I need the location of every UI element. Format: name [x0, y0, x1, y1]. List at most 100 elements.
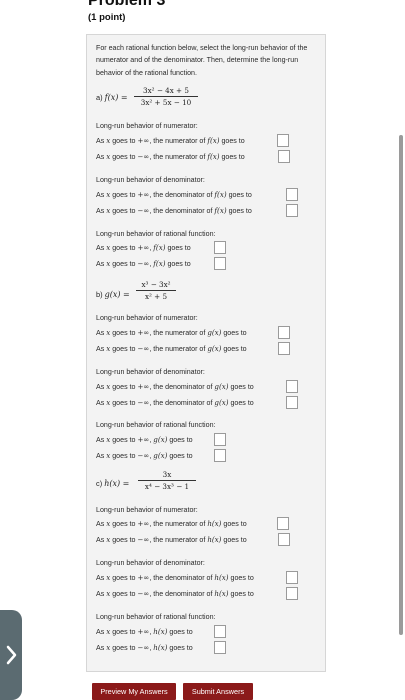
answer-box[interactable]: [214, 625, 226, 638]
question-text: As: [96, 590, 107, 598]
question-text: f(x): [214, 206, 227, 215]
question-text: +∞: [137, 627, 150, 636]
question-text: h(x): [214, 589, 229, 598]
question-text: goes to: [219, 153, 245, 161]
question-text: , the numerator of: [149, 345, 208, 353]
function-denominator: 3x² + 5x − 10: [140, 98, 192, 107]
part-letter: a): [96, 93, 103, 102]
answer-box[interactable]: [214, 257, 226, 270]
question-text: goes to: [110, 452, 138, 460]
answer-box[interactable]: [214, 449, 226, 462]
question-text: As: [96, 383, 107, 391]
function-name: f(x) =: [104, 93, 128, 102]
scrollbar[interactable]: [399, 135, 403, 635]
section-heading: Long-run behavior of rational function:: [96, 230, 216, 238]
question-text: As: [96, 153, 107, 161]
question-line: As x goes to −∞, the numerator of f(x) g…: [96, 152, 245, 162]
question-text: g(x): [207, 344, 222, 353]
answer-box[interactable]: [286, 587, 298, 600]
question-text: goes to: [219, 137, 245, 145]
question-line: As x goes to −∞, the denominator of f(x)…: [96, 206, 252, 216]
question-text: goes to: [110, 536, 138, 544]
question-text: As: [96, 191, 107, 199]
question-text: As: [96, 329, 107, 337]
section-heading: Long-run behavior of rational function:: [96, 421, 216, 429]
part-letter: b): [96, 290, 103, 299]
part-letter: c): [96, 479, 103, 488]
question-text: goes to: [110, 260, 138, 268]
answer-box[interactable]: [278, 533, 290, 546]
question-line: As x goes to −∞, g(x) goes to: [96, 451, 193, 461]
rational-function: x³ − 3x² x² + 5: [136, 280, 176, 301]
question-text: g(x): [214, 382, 229, 391]
question-line: As x goes to +∞, g(x) goes to: [96, 435, 193, 445]
question-text: , the denominator of: [149, 399, 215, 407]
question-text: goes to: [110, 574, 138, 582]
answer-box[interactable]: [278, 342, 290, 355]
question-text: goes to: [221, 329, 247, 337]
question-text: goes to: [110, 329, 138, 337]
question-text: f(x): [214, 190, 227, 199]
question-text: goes to: [221, 520, 247, 528]
answer-box[interactable]: [286, 571, 298, 584]
question-text: goes to: [167, 452, 193, 460]
question-text: +∞: [137, 519, 150, 528]
question-text: goes to: [110, 244, 138, 252]
answer-box[interactable]: [214, 433, 226, 446]
question-text: As: [96, 452, 107, 460]
question-text: f(x): [153, 259, 166, 268]
question-text: goes to: [228, 399, 254, 407]
question-text: f(x): [153, 243, 166, 252]
answer-box[interactable]: [286, 380, 298, 393]
section-heading: Long-run behavior of denominator:: [96, 559, 205, 567]
question-line: As x goes to −∞, the numerator of h(x) g…: [96, 535, 247, 545]
question-text: goes to: [226, 191, 252, 199]
question-text: +∞: [137, 435, 150, 444]
section-heading: Long-run behavior of numerator:: [96, 506, 198, 514]
question-text: h(x): [153, 643, 168, 652]
question-text: +∞: [137, 136, 150, 145]
question-text: g(x): [214, 398, 229, 407]
question-text: f(x): [207, 136, 220, 145]
question-text: goes to: [228, 574, 254, 582]
question-text: , the numerator of: [149, 137, 208, 145]
section-heading: Long-run behavior of numerator:: [96, 314, 198, 322]
part-label: c) h(x) =: [96, 479, 129, 488]
part-label: b) g(x) =: [96, 290, 130, 299]
answer-box[interactable]: [214, 241, 226, 254]
question-line: As x goes to +∞, the denominator of g(x)…: [96, 382, 254, 392]
answer-box[interactable]: [278, 150, 290, 163]
question-text: goes to: [110, 520, 138, 528]
question-text: As: [96, 137, 107, 145]
question-text: goes to: [110, 644, 138, 652]
question-text: +∞: [137, 328, 150, 337]
function-numerator: 3x² − 4x + 5: [143, 86, 189, 95]
answer-box[interactable]: [214, 641, 226, 654]
answer-box[interactable]: [278, 326, 290, 339]
answer-box[interactable]: [277, 517, 289, 530]
side-nav-tab[interactable]: [0, 610, 22, 700]
question-text: As: [96, 628, 107, 636]
question-text: goes to: [226, 207, 252, 215]
question-text: +∞: [137, 382, 150, 391]
question-text: g(x): [153, 451, 168, 460]
question-text: +∞: [137, 243, 150, 252]
answer-box[interactable]: [286, 396, 298, 409]
answer-box[interactable]: [277, 134, 289, 147]
question-text: , the numerator of: [149, 329, 208, 337]
answer-box[interactable]: [286, 204, 298, 217]
preview-answers-button[interactable]: Preview My Answers: [92, 683, 176, 700]
question-text: −∞: [137, 535, 150, 544]
question-line: As x goes to −∞, h(x) goes to: [96, 643, 193, 653]
question-text: As: [96, 644, 107, 652]
question-text: h(x): [207, 519, 222, 528]
question-text: , the denominator of: [149, 574, 215, 582]
question-text: h(x): [207, 535, 222, 544]
question-text: As: [96, 207, 107, 215]
answer-box[interactable]: [286, 188, 298, 201]
question-text: −∞: [137, 451, 150, 460]
question-line: As x goes to +∞, the denominator of h(x)…: [96, 573, 254, 583]
question-text: goes to: [167, 628, 193, 636]
question-text: , the numerator of: [149, 520, 208, 528]
submit-answers-button[interactable]: Submit Answers: [183, 683, 253, 700]
